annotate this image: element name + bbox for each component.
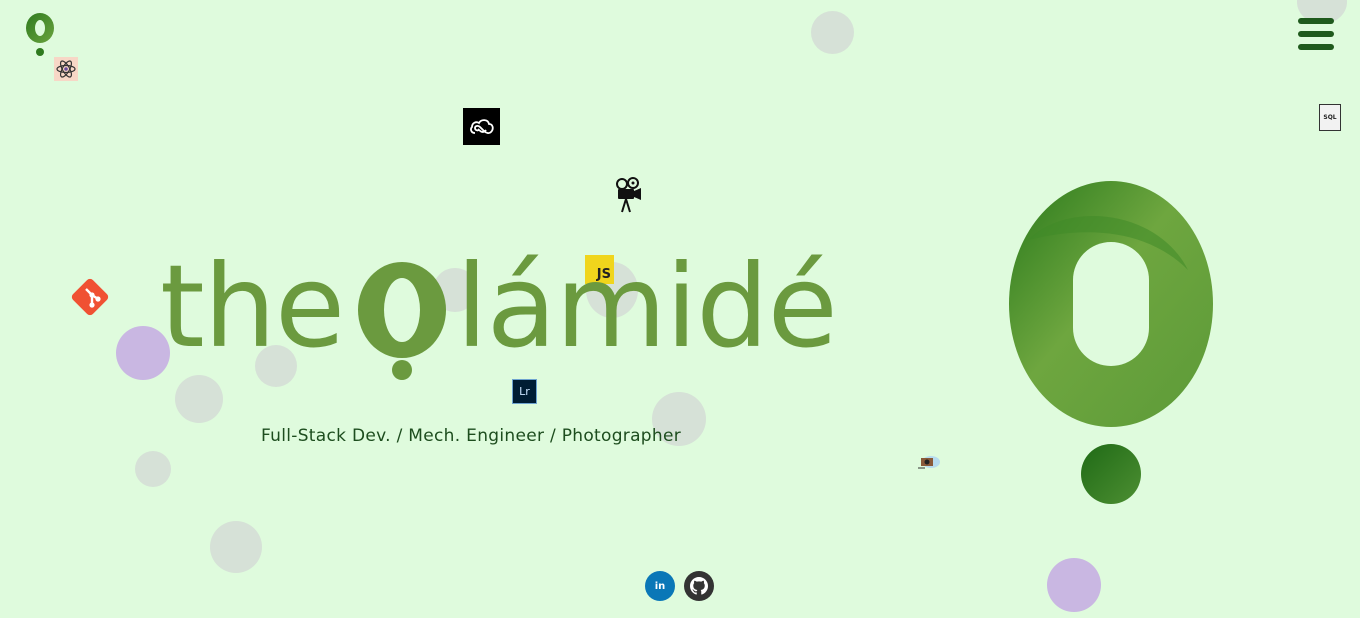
bubble (210, 521, 262, 573)
linkedin-icon[interactable]: in (645, 571, 675, 601)
olamide-logo-icon[interactable] (24, 12, 58, 58)
bubble (811, 11, 854, 54)
atom-icon (54, 57, 78, 81)
brand-suffix: lámidé (456, 240, 838, 373)
hero-section: JS Lr SQL the lámidé Full-Stack Dev. / M… (0, 0, 1360, 618)
tagline: Full-Stack Dev. / Mech. Engineer / Photo… (261, 426, 682, 446)
movie-camera-icon (616, 177, 641, 213)
brand-o-icon (358, 262, 446, 380)
camera-icon (918, 456, 940, 469)
git-icon (71, 278, 109, 316)
olamide-big-logo-icon (1009, 181, 1213, 504)
sql-label: SQL (1323, 114, 1337, 121)
sql-file-icon: SQL (1319, 104, 1341, 131)
brand-wordmark: the lámidé (160, 242, 840, 392)
brand-prefix: the (160, 240, 345, 373)
hamburger-menu-icon[interactable] (1298, 18, 1334, 50)
creative-cloud-icon (463, 108, 500, 145)
bubble (1047, 558, 1101, 612)
bubble (135, 451, 171, 487)
github-icon[interactable] (684, 571, 714, 601)
linkedin-label: in (654, 580, 666, 592)
